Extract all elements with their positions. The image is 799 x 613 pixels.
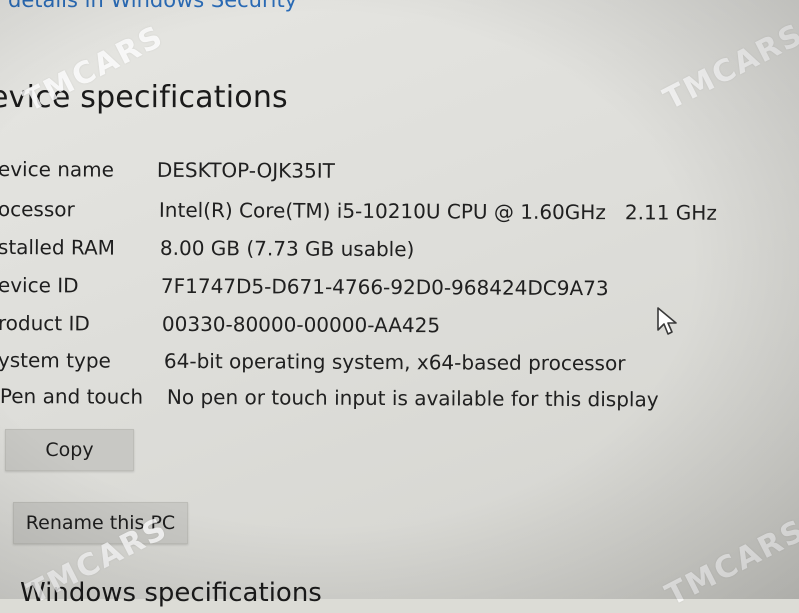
- spec-value: DESKTOP-OJK35IT: [156, 157, 335, 183]
- copy-button[interactable]: Copy: [5, 429, 134, 471]
- spec-label: ocessor: [0, 197, 75, 222]
- spec-value: Intel(R) Core(TM) i5-10210U CPU @ 1.60GH…: [158, 197, 717, 225]
- copy-button-label: Copy: [45, 439, 94, 461]
- spec-value: 7F1747D5-D671-4766-92D0-968424DC9A73: [160, 273, 609, 301]
- spec-label: ystem type: [0, 348, 111, 373]
- settings-about-page: details in Windows Security evice specif…: [0, 0, 799, 613]
- watermark-top-right: TMCARS: [658, 16, 799, 118]
- windows-security-link[interactable]: details in Windows Security: [8, 0, 297, 12]
- spec-label: evice name: [0, 157, 115, 182]
- mouse-pointer-icon: [657, 307, 677, 335]
- spec-label: evice ID: [0, 273, 79, 298]
- spec-label: Pen and touch: [0, 384, 144, 409]
- spec-label: stalled RAM: [0, 235, 116, 260]
- watermark-bottom-right: TMCARS: [660, 512, 799, 613]
- spec-value: 00330-80000-00000-AA425: [161, 311, 441, 338]
- spec-value: No pen or touch input is available for t…: [166, 384, 659, 412]
- spec-label: roduct ID: [0, 311, 90, 336]
- spec-value: 8.00 GB (7.73 GB usable): [159, 235, 415, 262]
- spec-value: 64-bit operating system, x64-based proce…: [163, 348, 626, 376]
